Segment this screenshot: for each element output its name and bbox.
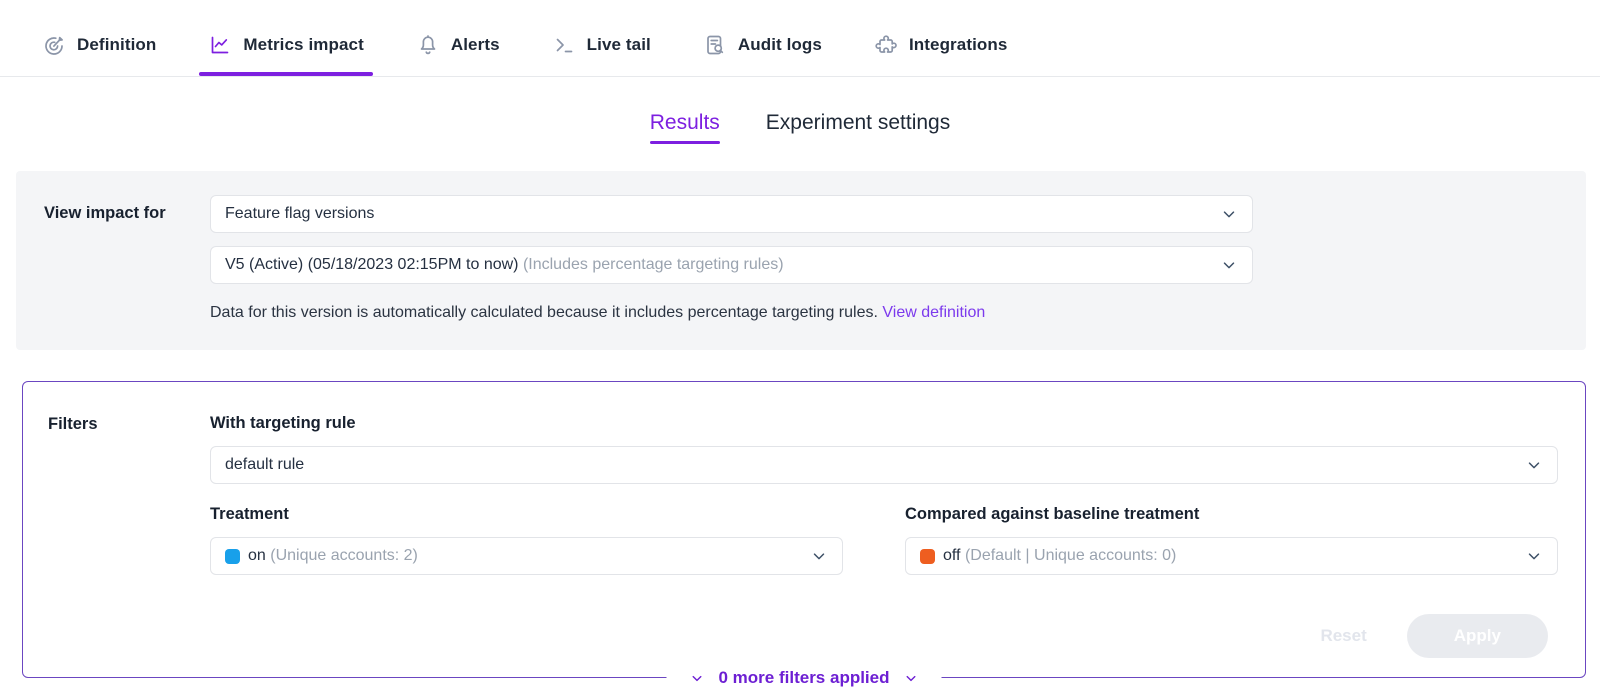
treatment-off-swatch (920, 549, 935, 564)
more-filters-label: 0 more filters applied (719, 668, 890, 688)
tab-live-tail-label: Live tail (587, 35, 651, 55)
tab-metrics-impact-label: Metrics impact (243, 35, 363, 55)
tab-audit-logs-label: Audit logs (738, 35, 822, 55)
subtab-results-label: Results (650, 111, 720, 135)
treatment-name: on (248, 547, 266, 564)
target-icon (42, 33, 66, 57)
top-nav: Definition Metrics impact Alerts Live (0, 0, 1600, 77)
chevron-down-icon (1525, 456, 1543, 474)
baseline-label: Compared against baseline treatment (905, 505, 1558, 524)
document-search-icon (703, 33, 727, 57)
treatment-dropdown[interactable]: on (Unique accounts: 2) (210, 537, 843, 575)
tab-definition[interactable]: Definition (40, 14, 158, 76)
targeting-rule-dropdown[interactable]: default rule (210, 446, 1558, 484)
reset-button[interactable]: Reset (1320, 626, 1366, 646)
targeting-rule-label: With targeting rule (210, 414, 1558, 433)
filters-controls: With targeting rule default rule Treatme… (210, 414, 1558, 658)
sub-tabs: Results Experiment settings (0, 111, 1600, 144)
treatment-note: (Unique accounts: 2) (270, 547, 418, 564)
baseline-note: (Default | Unique accounts: 0) (965, 547, 1176, 564)
filters-body: Filters With targeting rule default rule… (23, 382, 1585, 658)
treatment-columns: Treatment on (Unique accounts: 2) Compar… (210, 505, 1558, 575)
terminal-icon (552, 33, 576, 57)
subtab-results[interactable]: Results (650, 111, 720, 144)
bell-icon (416, 33, 440, 57)
view-impact-label: View impact for (44, 195, 210, 322)
treatment-value: on (Unique accounts: 2) (248, 547, 800, 565)
tab-integrations[interactable]: Integrations (872, 14, 1010, 76)
subtab-experiment-settings-label: Experiment settings (766, 111, 950, 135)
tab-alerts[interactable]: Alerts (414, 14, 502, 76)
baseline-name: off (943, 547, 961, 564)
puzzle-icon (874, 33, 898, 57)
tab-audit-logs[interactable]: Audit logs (701, 14, 824, 76)
chevron-down-icon (1525, 547, 1543, 565)
targeting-rule-value: default rule (225, 456, 1515, 474)
version-main: V5 (Active) (05/18/2023 02:15PM to now) (225, 256, 519, 273)
active-tab-underline (199, 72, 372, 76)
tab-metrics-impact[interactable]: Metrics impact (206, 14, 365, 76)
chevron-down-icon (691, 672, 704, 685)
active-subtab-underline (650, 141, 720, 144)
impact-type-value: Feature flag versions (225, 205, 1210, 223)
tab-alerts-label: Alerts (451, 35, 500, 55)
view-definition-link[interactable]: View definition (882, 304, 985, 321)
treatment-on-swatch (225, 549, 240, 564)
chevron-down-icon (905, 672, 918, 685)
chevron-down-icon (810, 547, 828, 565)
baseline-dropdown[interactable]: off (Default | Unique accounts: 0) (905, 537, 1558, 575)
filters-label: Filters (48, 414, 210, 658)
tab-integrations-label: Integrations (909, 35, 1008, 55)
impact-type-dropdown[interactable]: Feature flag versions (210, 195, 1253, 233)
baseline-column: Compared against baseline treatment off … (905, 505, 1558, 575)
more-filters-toggle[interactable]: 0 more filters applied (667, 668, 942, 688)
filters-panel: Filters With targeting rule default rule… (22, 381, 1586, 678)
tab-definition-label: Definition (77, 35, 156, 55)
baseline-value: off (Default | Unique accounts: 0) (943, 547, 1515, 565)
apply-button[interactable]: Apply (1407, 614, 1548, 658)
tab-live-tail[interactable]: Live tail (550, 14, 653, 76)
chevron-down-icon (1220, 205, 1238, 223)
version-helper-text: Data for this version is automatically c… (210, 304, 1253, 322)
subtab-experiment-settings[interactable]: Experiment settings (766, 111, 950, 144)
view-impact-panel: View impact for Feature flag versions V5… (16, 171, 1586, 350)
treatment-label: Treatment (210, 505, 843, 524)
version-value: V5 (Active) (05/18/2023 02:15PM to now) … (225, 256, 1210, 274)
metrics-impact-page: Definition Metrics impact Alerts Live (0, 0, 1600, 689)
view-impact-controls: Feature flag versions V5 (Active) (05/18… (210, 195, 1253, 322)
line-chart-icon (208, 33, 232, 57)
treatment-column: Treatment on (Unique accounts: 2) (210, 505, 843, 575)
chevron-down-icon (1220, 256, 1238, 274)
filter-actions: Reset Apply (210, 614, 1558, 658)
version-note: (Includes percentage targeting rules) (523, 256, 784, 273)
helper-text: Data for this version is automatically c… (210, 304, 878, 321)
version-dropdown[interactable]: V5 (Active) (05/18/2023 02:15PM to now) … (210, 246, 1253, 284)
